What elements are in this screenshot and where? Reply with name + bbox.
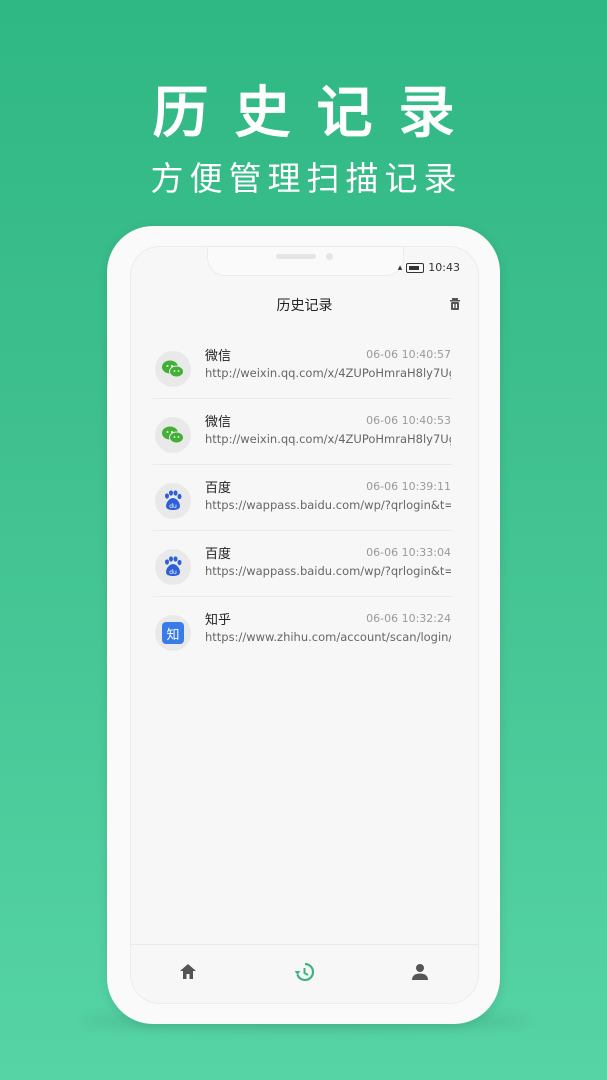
hero-title: 历史记录 — [152, 81, 481, 146]
history-time: 06-06 10:40:57 — [366, 348, 451, 361]
history-app-name: 百度 — [205, 547, 232, 562]
phone-screen: ▴ 10:43 历史记录 微信 06-06 10:40:57 http://we… — [130, 246, 479, 1004]
bottom-nav — [131, 944, 478, 1003]
history-url: http://weixin.qq.com/x/4ZUPoHmraH8ly7Ug — [205, 366, 451, 380]
svg-text:du: du — [169, 569, 177, 576]
page-title: 历史记录 — [276, 298, 333, 314]
zhihu-icon: 知 — [155, 615, 191, 651]
speaker — [276, 254, 316, 259]
baidu-icon: du — [155, 483, 191, 519]
phone-notch — [207, 247, 404, 276]
battery-icon — [406, 262, 425, 273]
status-bar: ▴ 10:43 — [398, 261, 460, 274]
history-row[interactable]: du 百度 06-06 10:33:04 https://wappass.bai… — [153, 531, 453, 597]
history-row[interactable]: 微信 06-06 10:40:57 http://weixin.qq.com/x… — [153, 333, 453, 399]
history-time: 06-06 10:39:11 — [366, 480, 451, 493]
home-icon[interactable] — [177, 961, 199, 983]
phone-mockup: ▴ 10:43 历史记录 微信 06-06 10:40:57 http://we… — [107, 226, 500, 1024]
history-icon[interactable] — [293, 961, 315, 983]
history-time: 06-06 10:40:53 — [366, 414, 451, 427]
hero-subtitle: 方便管理扫描记录 — [150, 159, 463, 198]
status-time: 10:43 — [428, 261, 460, 274]
history-url: https://wappass.baidu.com/wp/?qrlogin&t= — [205, 498, 451, 512]
history-app-name: 微信 — [205, 349, 232, 364]
history-row[interactable]: du 百度 06-06 10:39:11 https://wappass.bai… — [153, 465, 453, 531]
history-app-name: 百度 — [205, 481, 232, 496]
wechat-icon — [155, 417, 191, 453]
profile-icon[interactable] — [409, 961, 431, 983]
baidu-icon: du — [155, 549, 191, 585]
history-url: https://wappass.baidu.com/wp/?qrlogin&t= — [205, 564, 451, 578]
signal-icon: ▴ — [397, 262, 403, 273]
history-time: 06-06 10:32:24 — [366, 612, 451, 625]
history-time: 06-06 10:33:04 — [366, 546, 451, 559]
history-url: http://weixin.qq.com/x/4ZUPoHmraH8ly7Ug — [205, 432, 451, 446]
history-row[interactable]: 微信 06-06 10:40:53 http://weixin.qq.com/x… — [153, 399, 453, 465]
history-list: 微信 06-06 10:40:57 http://weixin.qq.com/x… — [153, 333, 453, 662]
camera — [326, 253, 333, 260]
history-app-name: 知乎 — [205, 613, 232, 628]
trash-icon[interactable] — [448, 297, 462, 311]
svg-text:du: du — [169, 503, 177, 510]
history-app-name: 微信 — [205, 415, 232, 430]
zhihu-logo-text: 知 — [162, 622, 184, 644]
history-row[interactable]: 知 知乎 06-06 10:32:24 https://www.zhihu.co… — [153, 597, 453, 662]
history-url: https://www.zhihu.com/account/scan/login… — [205, 630, 451, 644]
wechat-icon — [155, 351, 191, 387]
